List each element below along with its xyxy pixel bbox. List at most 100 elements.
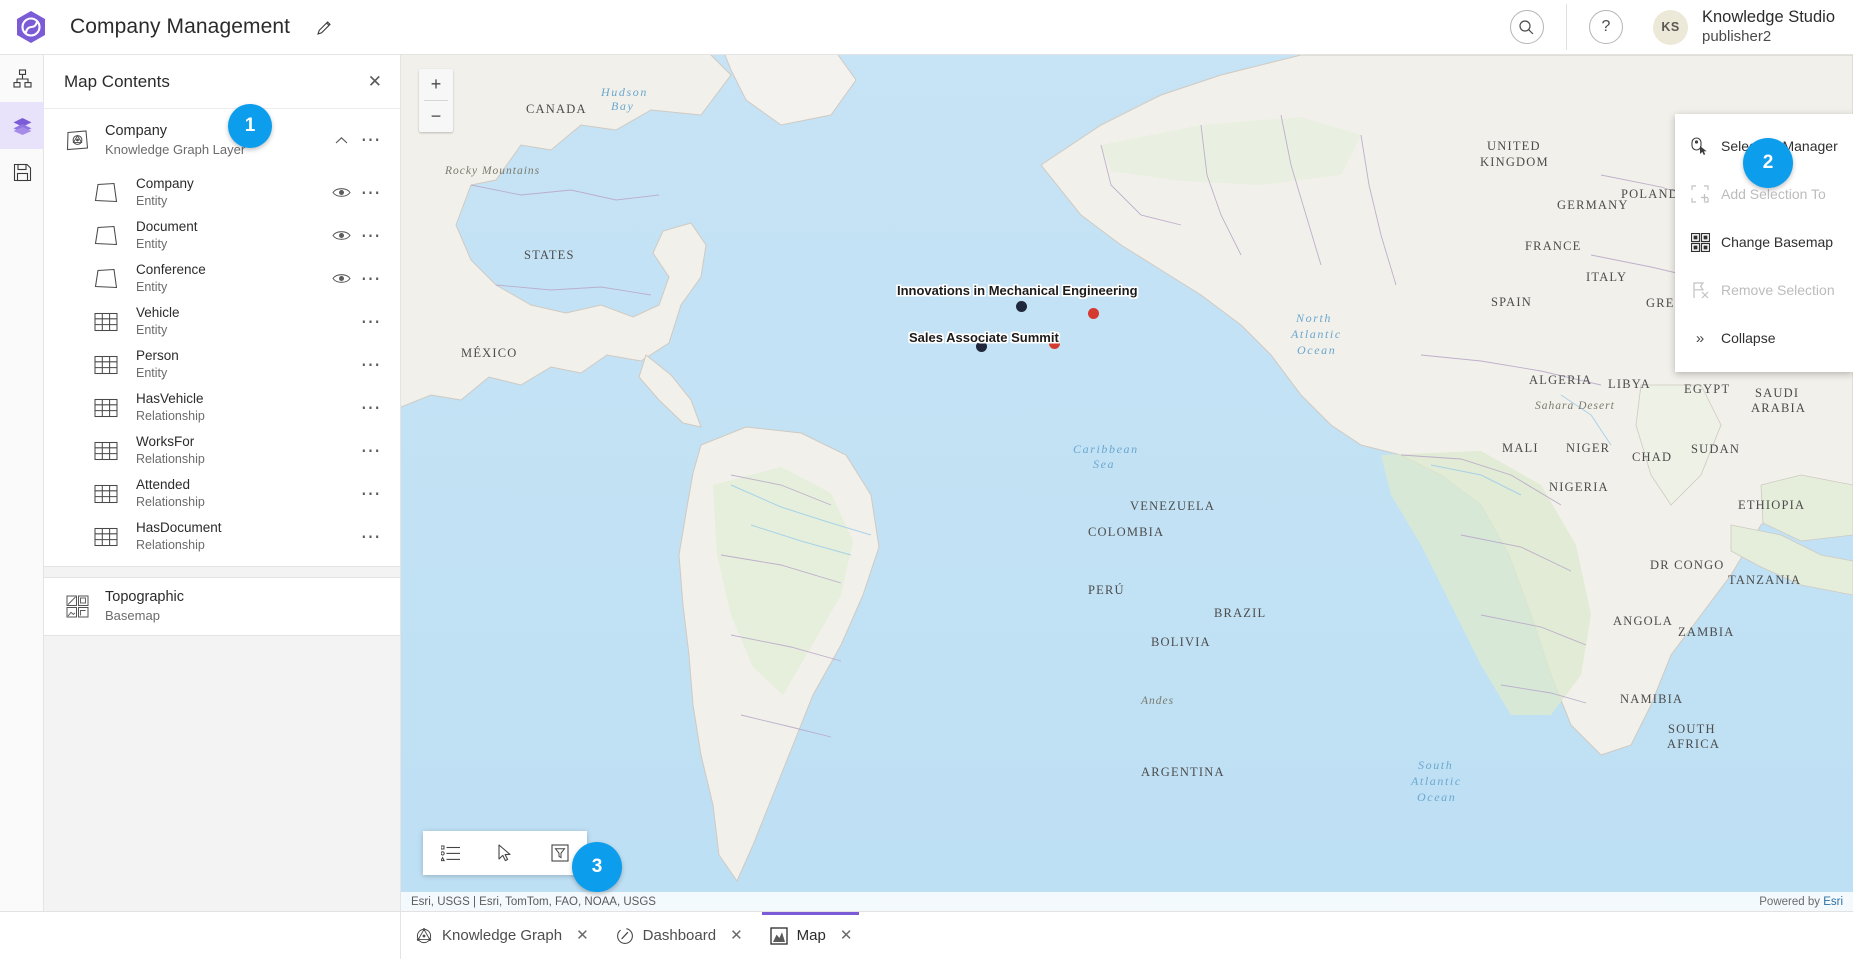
pencil-icon[interactable] bbox=[316, 19, 333, 36]
basemap-subtitle: Basemap bbox=[105, 608, 160, 624]
layer-list: Company Entity ⋯ Document Entity ⋯ Conference E… bbox=[44, 171, 400, 566]
layer-subtitle: Relationship bbox=[136, 495, 205, 510]
knowledge-studio-logo[interactable] bbox=[14, 8, 48, 46]
close-icon[interactable]: ✕ bbox=[576, 928, 589, 943]
layer-more-options-icon[interactable]: ⋯ bbox=[356, 398, 386, 418]
close-icon[interactable]: ✕ bbox=[368, 73, 382, 90]
zoom-controls: + − bbox=[419, 69, 453, 132]
close-icon[interactable]: ✕ bbox=[840, 928, 853, 943]
map-bottom-toolbar bbox=[423, 831, 587, 875]
visibility-eye-icon[interactable] bbox=[326, 229, 356, 242]
visibility-eye-icon[interactable] bbox=[326, 272, 356, 285]
layer-texts: HasVehicle Relationship bbox=[136, 391, 326, 424]
basemap-grid-icon bbox=[1687, 232, 1713, 252]
context-menu-item-collapse[interactable]: » Collapse bbox=[1675, 314, 1853, 362]
context-menu-item-label: Remove Selection bbox=[1721, 282, 1835, 298]
layer-title: HasDocument bbox=[136, 519, 222, 535]
basemap-texts: Topographic Basemap bbox=[105, 589, 386, 624]
close-icon[interactable]: ✕ bbox=[730, 928, 743, 943]
layer-subtitle: Relationship bbox=[136, 409, 205, 424]
rail-item-knowledge-graph[interactable] bbox=[0, 55, 44, 102]
layer-row[interactable]: Person Entity ⋯ bbox=[44, 343, 400, 386]
layer-row[interactable]: HasVehicle Relationship ⋯ bbox=[44, 386, 400, 429]
layer-texts: Attended Relationship bbox=[136, 477, 326, 510]
layer-group-company[interactable]: Company Knowledge Graph Layer ⋯ bbox=[44, 109, 400, 171]
rail-item-save[interactable] bbox=[0, 149, 44, 196]
basemap-title: Topographic bbox=[105, 589, 184, 605]
user-handle: publisher2 bbox=[1701, 27, 1772, 45]
layer-row[interactable]: Conference Entity ⋯ bbox=[44, 257, 400, 300]
layer-row[interactable]: HasDocument Relationship ⋯ bbox=[44, 515, 400, 558]
basemap-topographic[interactable]: Topographic Basemap bbox=[44, 578, 400, 635]
layer-title: Person bbox=[136, 347, 179, 363]
layer-texts: Company Entity bbox=[136, 176, 326, 209]
user-info: Knowledge Studio publisher2 bbox=[1702, 8, 1835, 45]
context-menu-item-label: Collapse bbox=[1721, 330, 1776, 346]
left-rail: » bbox=[0, 55, 44, 959]
avatar[interactable]: KS bbox=[1652, 9, 1688, 45]
visibility-eye-icon[interactable] bbox=[326, 186, 356, 199]
feature-layer-icon bbox=[90, 225, 122, 246]
layer-row[interactable]: Attended Relationship ⋯ bbox=[44, 472, 400, 515]
bottom-tab-bar: Knowledge Graph ✕ Dashboard ✕ Map ✕ bbox=[0, 911, 1853, 959]
layer-title: Document bbox=[136, 218, 198, 234]
context-menu-item-change-basemap[interactable]: Change Basemap bbox=[1675, 218, 1853, 266]
layer-title: Attended bbox=[136, 476, 191, 492]
chevron-up-icon[interactable] bbox=[326, 136, 356, 145]
selection-manager-icon bbox=[1687, 136, 1713, 156]
powered-by-esri: Powered by Esri bbox=[1759, 896, 1843, 908]
map-feature-point[interactable] bbox=[1016, 301, 1027, 312]
map-contents-panel: Map Contents ✕ Company Knowledge Graph L… bbox=[44, 55, 401, 959]
layer-group-subtitle: Knowledge Graph Layer bbox=[105, 141, 246, 157]
layer-subtitle: Relationship bbox=[136, 452, 205, 467]
zoom-in-button[interactable]: + bbox=[419, 69, 453, 100]
table-icon bbox=[90, 527, 122, 547]
remove-selection-icon bbox=[1687, 281, 1713, 299]
layer-row[interactable]: WorksFor Relationship ⋯ bbox=[44, 429, 400, 472]
powered-by-text: Powered by bbox=[1759, 895, 1824, 908]
layer-more-options-icon[interactable]: ⋯ bbox=[356, 183, 386, 203]
layer-more-options-icon[interactable]: ⋯ bbox=[356, 441, 386, 461]
layer-group-more-options-icon[interactable]: ⋯ bbox=[356, 130, 386, 150]
chevron-double-right-icon: » bbox=[1695, 329, 1705, 347]
layer-more-options-icon[interactable]: ⋯ bbox=[356, 484, 386, 504]
layer-more-options-icon[interactable]: ⋯ bbox=[356, 355, 386, 375]
help-icon[interactable]: ? bbox=[1588, 10, 1623, 44]
layer-group-title: Company bbox=[105, 122, 168, 139]
user-name: Knowledge Studio bbox=[1701, 8, 1835, 27]
tab-label: Dashboard bbox=[642, 927, 717, 944]
tab-label: Knowledge Graph bbox=[442, 927, 563, 944]
zoom-out-button[interactable]: − bbox=[419, 101, 453, 132]
layer-subtitle: Entity bbox=[136, 194, 168, 209]
tab-knowledge-graph[interactable]: Knowledge Graph ✕ bbox=[401, 912, 602, 959]
esri-link[interactable]: Esri bbox=[1823, 896, 1843, 908]
map-view[interactable]: CANADA STATES MÉXICO UNITED KINGDOM GERMANY PO… bbox=[401, 55, 1853, 911]
rail-item-layers[interactable] bbox=[0, 102, 44, 149]
layer-more-options-icon[interactable]: ⋯ bbox=[356, 312, 386, 332]
layer-group-texts: Company Knowledge Graph Layer bbox=[105, 123, 326, 158]
tab-dashboard[interactable]: Dashboard ✕ bbox=[602, 912, 756, 959]
layer-more-options-icon[interactable]: ⋯ bbox=[356, 527, 386, 547]
tab-map[interactable]: Map ✕ bbox=[756, 911, 866, 959]
panel-header: Map Contents ✕ bbox=[44, 55, 400, 109]
layer-more-options-icon[interactable]: ⋯ bbox=[356, 269, 386, 289]
layer-row[interactable]: Company Entity ⋯ bbox=[44, 171, 400, 214]
layer-texts: Vehicle Entity bbox=[136, 305, 326, 338]
layer-title: Conference bbox=[136, 261, 206, 277]
app-header: Company Management ? KS Knowledge Studio… bbox=[0, 0, 1853, 55]
layer-subtitle: Entity bbox=[136, 280, 168, 295]
add-selection-icon bbox=[1687, 185, 1713, 203]
table-icon bbox=[90, 484, 122, 504]
header-divider bbox=[1565, 4, 1567, 50]
basemap-canvas bbox=[401, 55, 1853, 911]
page-title: Company Management bbox=[70, 15, 291, 38]
layer-row[interactable]: Document Entity ⋯ bbox=[44, 214, 400, 257]
cursor-arrow-icon[interactable] bbox=[478, 844, 533, 862]
context-menu-item-remove-selection: Remove Selection bbox=[1675, 266, 1853, 314]
legend-list-icon[interactable] bbox=[423, 845, 478, 862]
search-icon[interactable] bbox=[1509, 10, 1544, 44]
callout-badge-3: 3 bbox=[572, 842, 622, 892]
layer-more-options-icon[interactable]: ⋯ bbox=[356, 226, 386, 246]
map-feature-point[interactable] bbox=[1088, 308, 1099, 319]
layer-row[interactable]: Vehicle Entity ⋯ bbox=[44, 300, 400, 343]
